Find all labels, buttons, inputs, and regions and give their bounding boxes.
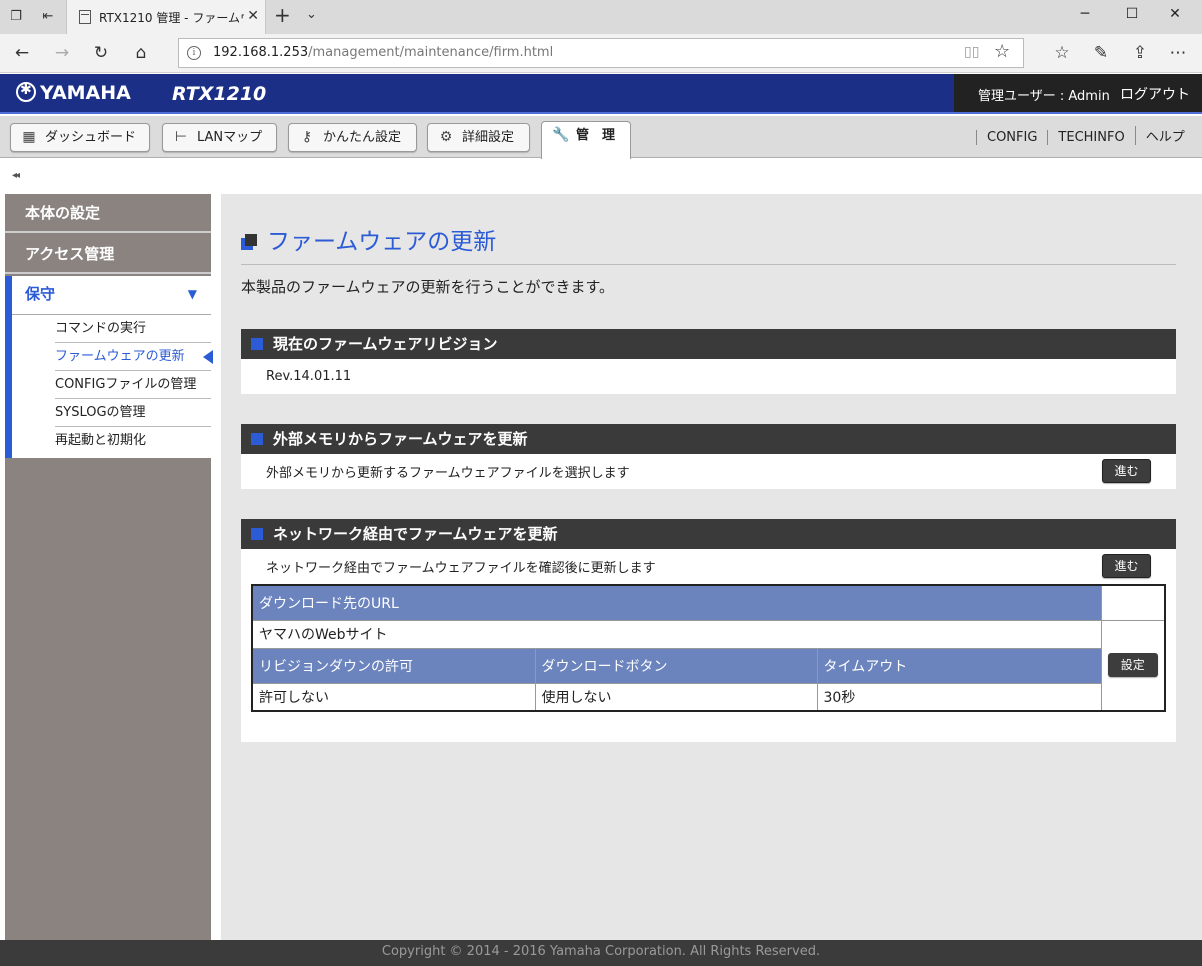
pen-icon[interactable]: ✎	[1089, 42, 1113, 64]
menu-advanced-button[interactable]: ⚙ 詳細設定	[427, 123, 530, 152]
network-settings-table: ダウンロード先のURL ヤマハのWebサイト 設定 リビジョンダウンの許可 ダウ…	[251, 584, 1166, 712]
network-update-text: ネットワーク経由でファームウェアファイルを確認後に更新します	[266, 561, 656, 576]
page-title: ファームウェアの更新	[241, 222, 496, 256]
share-icon[interactable]: ⇪	[1128, 42, 1152, 64]
network-go-button[interactable]: 進む	[1102, 554, 1151, 578]
info-icon[interactable]: i	[187, 46, 201, 60]
tuning-fork-icon	[16, 82, 36, 102]
reading-view-icon[interactable]: ▯▯	[964, 44, 979, 60]
sidebar-subitem-syslog[interactable]: SYSLOGの管理	[55, 399, 211, 427]
close-tab-icon[interactable]: ✕	[247, 8, 259, 24]
external-go-button[interactable]: 進む	[1102, 459, 1151, 483]
close-window-icon[interactable]: ✕	[1160, 6, 1190, 22]
address-bar[interactable]: i 192.168.1.253/management/maintenance/f…	[178, 38, 1024, 68]
sidebar-item-access-management[interactable]: アクセス管理	[5, 235, 211, 274]
router-header: YAMAHA RTX1210 管理ユーザー : Admin ログアウト	[0, 74, 1202, 114]
main-menu: ▦ ダッシュボード ⊢ LANマップ ⚷ かんたん設定 ⚙ 詳細設定 🔧 管 理 CONF…	[0, 116, 1202, 159]
revision-down-header: リビジョンダウンの許可	[251, 647, 536, 684]
menu-lanmap-button[interactable]: ⊢ LANマップ	[162, 123, 277, 152]
page-description: 本製品のファームウェアの更新を行うことができます。	[241, 278, 615, 296]
network-update-panel: ネットワーク経由でファームウェアファイルを確認後に更新します 進む ダウンロード…	[241, 549, 1176, 742]
favorite-star-icon[interactable]: ☆	[994, 41, 1010, 62]
tab-title: RTX1210 管理 - ファームウ	[99, 11, 244, 25]
download-button-value: 使用しない	[534, 682, 818, 712]
sidebar-item-maintenance[interactable]: 保守 ▼	[12, 276, 211, 315]
minimize-icon[interactable]: ─	[1070, 6, 1100, 22]
menu-dashboard-button[interactable]: ▦ ダッシュボード	[10, 123, 150, 152]
title-divider	[241, 264, 1176, 265]
external-memory-text: 外部メモリから更新するファームウェアファイルを選択します	[266, 466, 630, 481]
config-link[interactable]: CONFIG	[976, 130, 1047, 145]
page-icon	[79, 10, 91, 24]
user-area: 管理ユーザー : Admin ログアウト	[954, 74, 1202, 112]
browser-nav-bar: ← → ↻ ⌂ i 192.168.1.253/management/maint…	[0, 34, 1202, 73]
current-revision-panel: Rev.14.01.11	[241, 359, 1176, 394]
sidebar-item-device-settings[interactable]: 本体の設定	[5, 194, 211, 233]
sidebar-subitem-config-file[interactable]: CONFIGファイルの管理	[55, 371, 211, 399]
revision-value: Rev.14.01.11	[266, 369, 352, 384]
favorites-list-icon[interactable]: ☆	[1050, 42, 1074, 64]
sidebar: 本体の設定 アクセス管理 保守 ▼ コマンドの実行 ファームウェアの更新 CONF…	[5, 194, 213, 940]
set-button[interactable]: 設定	[1107, 653, 1158, 678]
wrench-icon: 🔧	[552, 127, 570, 143]
sidebar-section-maintenance: 保守 ▼ コマンドの実行 ファームウェアの更新 CONFIGファイルの管理 SYS…	[5, 276, 213, 458]
model-logo: RTX1210	[172, 83, 267, 105]
gear-icon: ⚙	[439, 129, 453, 145]
lanmap-icon: ⊢	[174, 129, 188, 145]
back-icon[interactable]: ←	[10, 42, 34, 64]
dashboard-icon: ▦	[22, 129, 36, 145]
chevron-down-icon[interactable]: ⌄	[306, 7, 317, 22]
set-cell: 設定	[1100, 619, 1166, 712]
revision-down-value: 許可しない	[251, 682, 536, 712]
download-button-header: ダウンロードボタン	[534, 647, 818, 684]
set-aside-tabs-icon[interactable]: ⇤	[38, 7, 58, 27]
timeout-header: タイムアウト	[816, 647, 1102, 684]
browser-tab[interactable]: RTX1210 管理 - ファームウ ✕	[66, 0, 266, 34]
tab-manager-icon[interactable]: ❐	[6, 7, 26, 27]
techinfo-link[interactable]: TECHINFO	[1047, 130, 1134, 145]
top-links: CONFIG TECHINFO ヘルプ	[976, 126, 1195, 145]
collapse-sidebar-icon[interactable]: ◂◂	[12, 170, 20, 181]
main-content: ファームウェアの更新 本製品のファームウェアの更新を行うことができます。 現在の…	[221, 194, 1202, 940]
yamaha-logo: YAMAHA	[16, 82, 131, 104]
admin-user-label: 管理ユーザー : Admin	[978, 89, 1110, 104]
triangle-down-icon: ▼	[187, 287, 197, 301]
footer-copyright: Copyright © 2014 - 2016 Yamaha Corporati…	[0, 940, 1202, 966]
current-revision-heading: 現在のファームウェアリビジョン	[241, 329, 1176, 359]
url-value: ヤマハのWebサイト	[251, 619, 1102, 649]
key-icon: ⚷	[301, 129, 313, 145]
more-icon[interactable]: ⋯	[1166, 42, 1190, 64]
help-link[interactable]: ヘルプ	[1134, 126, 1195, 145]
sidebar-subitem-firmware[interactable]: ファームウェアの更新	[55, 343, 213, 371]
home-icon[interactable]: ⌂	[129, 42, 153, 64]
header-spacer	[1100, 584, 1166, 621]
logout-link[interactable]: ログアウト	[1120, 84, 1190, 104]
browser-tab-bar: ❐ ⇤ RTX1210 管理 - ファームウ ✕ + ⌄ ─ ☐ ✕	[0, 0, 1202, 34]
timeout-value: 30秒	[816, 682, 1102, 712]
new-tab-icon[interactable]: +	[274, 3, 291, 27]
title-square-icon	[241, 234, 257, 250]
menu-easy-setup-button[interactable]: ⚷ かんたん設定	[288, 123, 417, 152]
url-header: ダウンロード先のURL	[251, 584, 1102, 621]
maximize-icon[interactable]: ☐	[1117, 6, 1147, 22]
url-text[interactable]: 192.168.1.253/management/maintenance/fir…	[213, 45, 553, 60]
sidebar-subitem-restart[interactable]: 再起動と初期化	[55, 427, 211, 455]
external-memory-panel: 外部メモリから更新するファームウェアファイルを選択します 進む	[241, 454, 1176, 489]
refresh-icon[interactable]: ↻	[89, 42, 113, 64]
external-memory-heading: 外部メモリからファームウェアを更新	[241, 424, 1176, 454]
network-update-heading: ネットワーク経由でファームウェアを更新	[241, 519, 1176, 549]
forward-icon[interactable]: →	[50, 42, 74, 64]
sidebar-subitem-command[interactable]: コマンドの実行	[55, 315, 211, 343]
menu-manage-tab[interactable]: 🔧 管 理	[541, 121, 631, 159]
